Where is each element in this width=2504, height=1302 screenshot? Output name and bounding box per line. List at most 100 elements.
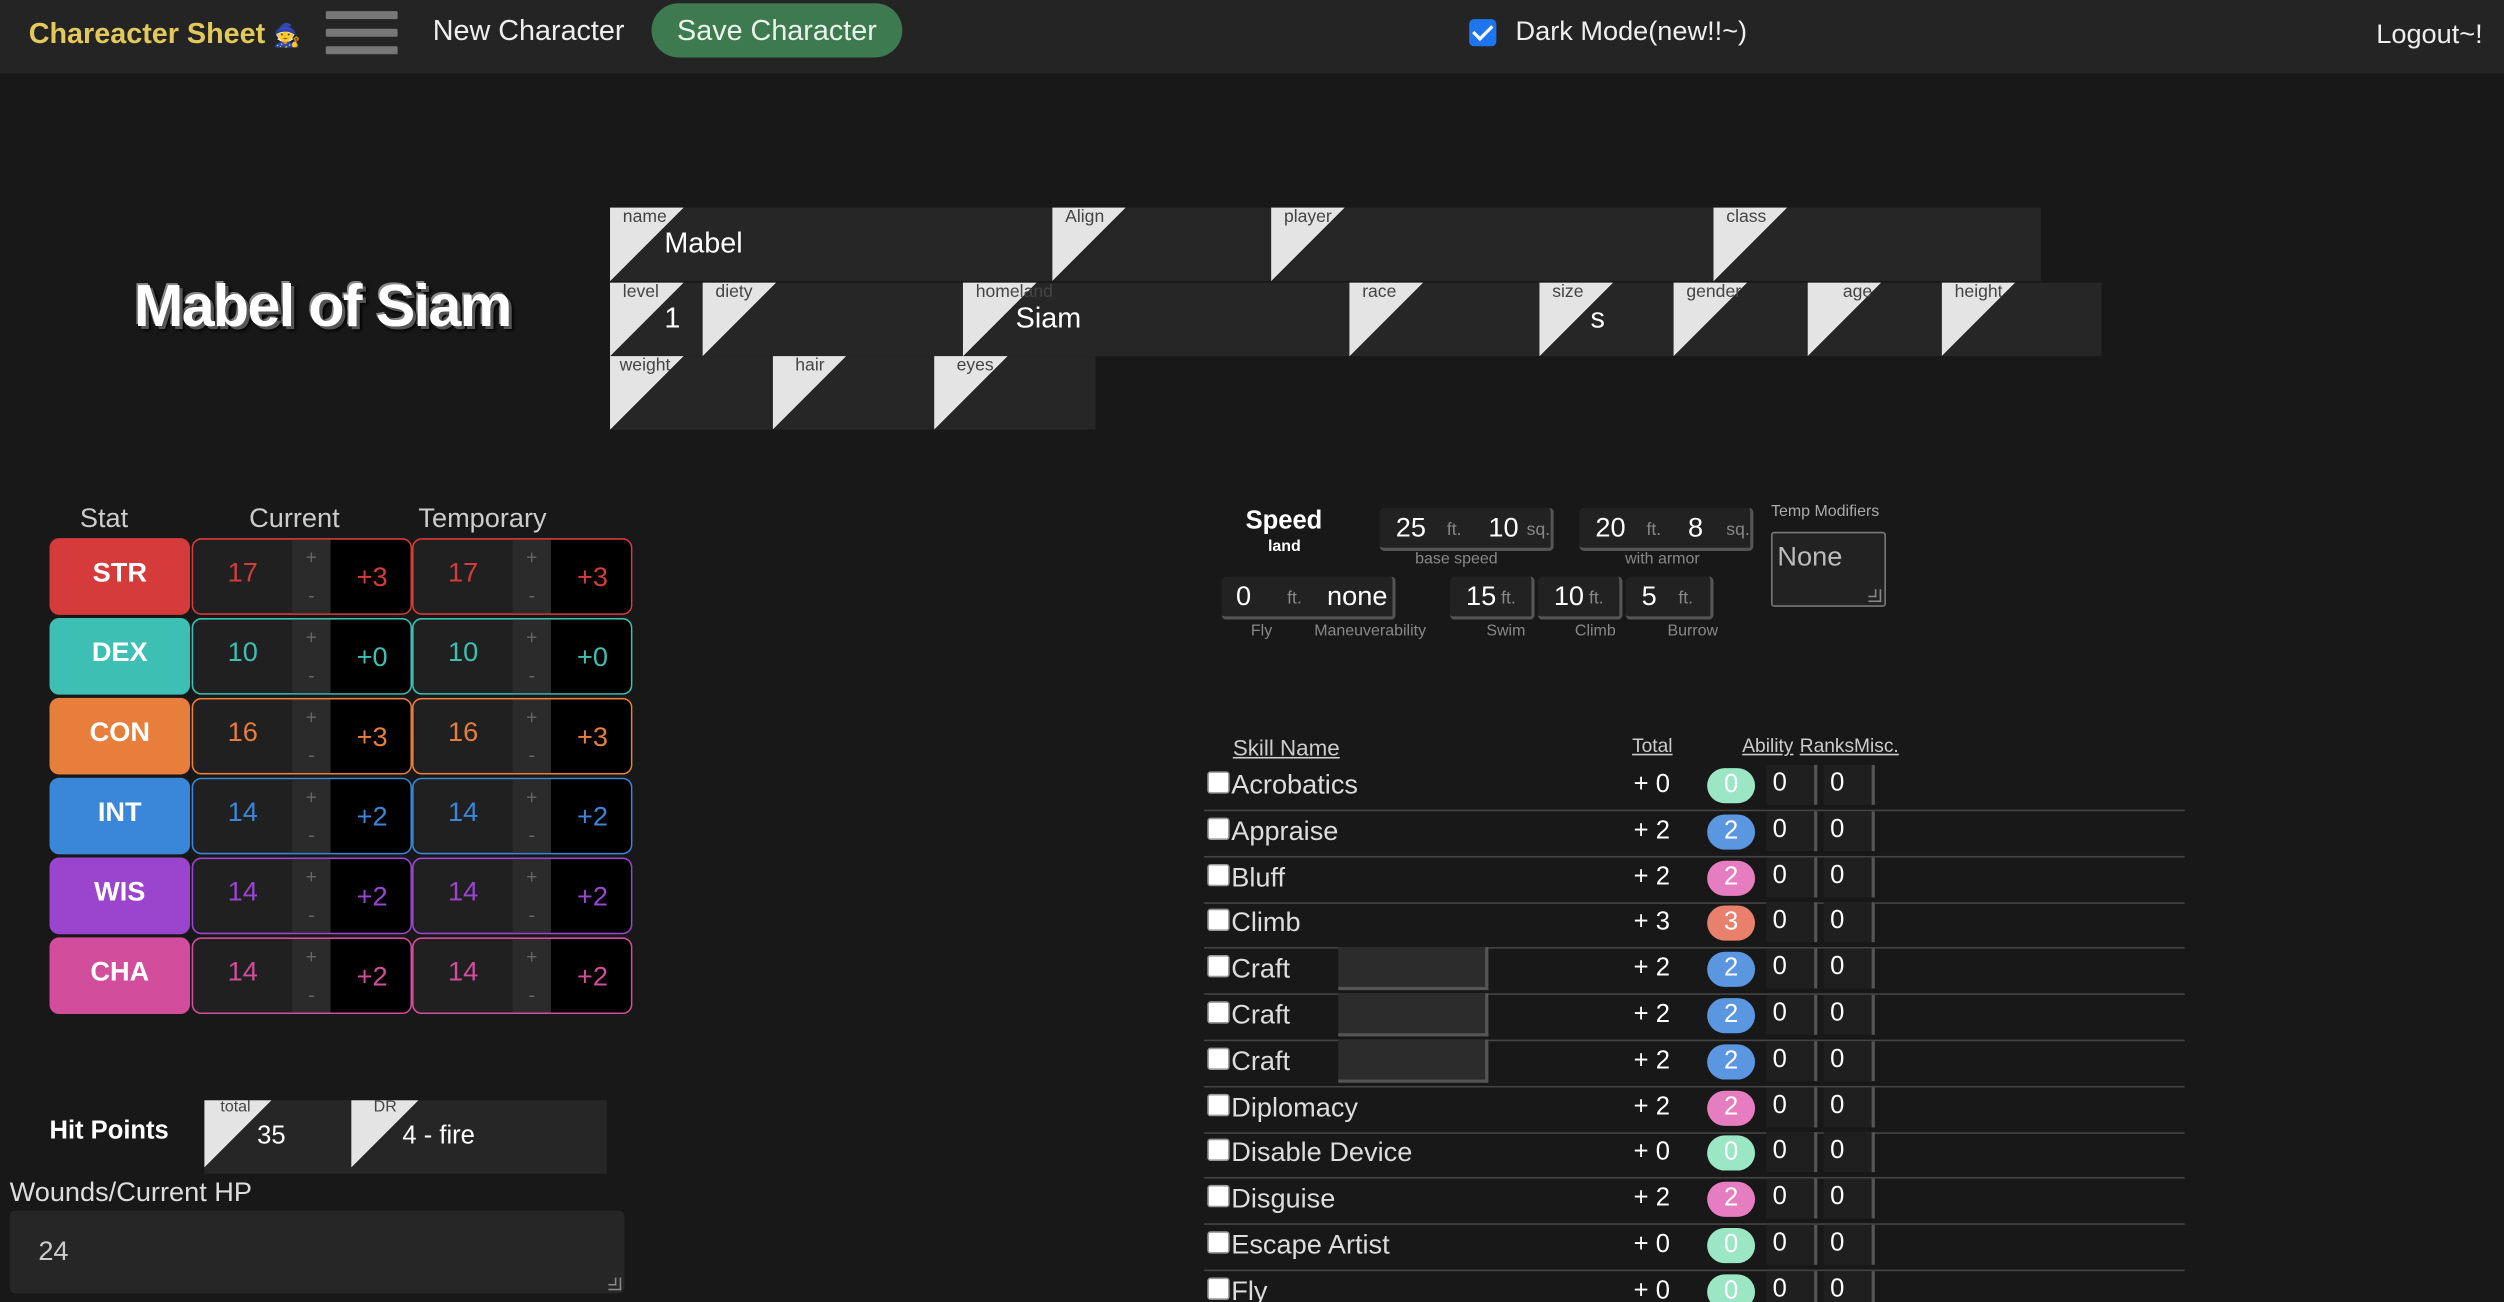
ranks-input[interactable]: 0	[1766, 1178, 1818, 1219]
increment-button[interactable]: +	[513, 859, 551, 897]
current-score-input[interactable]: 17	[193, 557, 292, 589]
current-score-input[interactable]: 14	[193, 877, 292, 909]
eyes-field[interactable]: eyes	[934, 356, 1094, 430]
craft-type-input[interactable]	[1338, 947, 1489, 991]
decrement-button[interactable]: -	[292, 578, 330, 613]
height-field[interactable]: height	[1941, 282, 2102, 357]
hair-field[interactable]: hair	[772, 356, 933, 430]
player-field[interactable]: player	[1271, 207, 1712, 282]
class-skill-checkbox[interactable]	[1207, 909, 1230, 932]
increment-button[interactable]: +	[513, 939, 551, 977]
class-skill-checkbox[interactable]	[1207, 863, 1230, 886]
increment-button[interactable]: +	[513, 540, 551, 578]
class-skill-checkbox[interactable]	[1207, 1185, 1230, 1208]
ranks-input[interactable]: 0	[1766, 1040, 1818, 1081]
ranks-header[interactable]: Ranks	[1800, 735, 1854, 757]
current-score-input[interactable]: 10	[193, 637, 292, 669]
misc-input[interactable]: 0	[1823, 1178, 1875, 1219]
temp-score-input[interactable]: 14	[414, 957, 513, 989]
weight-field[interactable]: weight	[610, 356, 770, 430]
dark-mode-label[interactable]: Dark Mode(new!!~)	[1515, 16, 1747, 48]
swim-speed-field[interactable]: 15 ft.	[1450, 576, 1535, 620]
ranks-input[interactable]: 0	[1766, 994, 1818, 1035]
skill-name-header[interactable]: Skill Name	[1233, 735, 1340, 761]
class-skill-checkbox[interactable]	[1207, 817, 1230, 840]
decrement-button[interactable]: -	[513, 977, 551, 1012]
ranks-input[interactable]: 0	[1766, 1132, 1818, 1173]
misc-input[interactable]: 0	[1823, 764, 1875, 805]
resize-handle-icon[interactable]	[608, 1277, 622, 1291]
align-field[interactable]: Align	[1052, 207, 1269, 282]
age-field[interactable]: age	[1807, 282, 1939, 357]
size-field[interactable]: size s	[1539, 282, 1670, 357]
dr-field[interactable]: DR 4 - fire	[351, 1099, 607, 1173]
save-character-button[interactable]: Save Character	[651, 3, 903, 58]
temp-score-input[interactable]: 14	[414, 877, 513, 909]
decrement-button[interactable]: -	[292, 658, 330, 693]
temp-score-input[interactable]: 10	[414, 637, 513, 669]
decrement-button[interactable]: -	[513, 578, 551, 613]
diety-field[interactable]: diety	[702, 282, 962, 357]
increment-button[interactable]: +	[513, 779, 551, 817]
misc-input[interactable]: 0	[1823, 902, 1875, 943]
class-skill-checkbox[interactable]	[1207, 1139, 1230, 1162]
current-score-input[interactable]: 16	[193, 717, 292, 749]
decrement-button[interactable]: -	[292, 738, 330, 773]
misc-input[interactable]: 0	[1823, 1224, 1875, 1265]
ability-header[interactable]: Ability	[1742, 735, 1793, 757]
decrement-button[interactable]: -	[292, 897, 330, 932]
brand-logo[interactable]: Chareacter Sheet 🧙	[29, 18, 301, 52]
increment-button[interactable]: +	[513, 699, 551, 737]
climb-speed-field[interactable]: 10 ft.	[1537, 576, 1623, 620]
ranks-input[interactable]: 0	[1766, 1270, 1818, 1302]
temp-score-input[interactable]: 14	[414, 797, 513, 829]
ranks-input[interactable]: 0	[1766, 902, 1818, 943]
current-score-input[interactable]: 14	[193, 797, 292, 829]
armor-speed-field[interactable]: 20 ft. 8 sq.	[1579, 507, 1754, 551]
class-skill-checkbox[interactable]	[1207, 1231, 1230, 1254]
craft-type-input[interactable]	[1338, 1039, 1489, 1083]
burrow-speed-field[interactable]: 5 ft.	[1625, 576, 1714, 620]
increment-button[interactable]: +	[292, 779, 330, 817]
decrement-button[interactable]: -	[513, 897, 551, 932]
temp-score-input[interactable]: 16	[414, 717, 513, 749]
decrement-button[interactable]: -	[513, 738, 551, 773]
decrement-button[interactable]: -	[513, 818, 551, 853]
temp-score-input[interactable]: 17	[414, 557, 513, 589]
logout-link[interactable]: Logout~!	[2376, 19, 2482, 51]
misc-input[interactable]: 0	[1823, 1086, 1875, 1127]
total-header[interactable]: Total	[1632, 735, 1672, 757]
ranks-input[interactable]: 0	[1766, 1086, 1818, 1127]
ranks-input[interactable]: 0	[1766, 1224, 1818, 1265]
new-character-link[interactable]: New Character	[433, 14, 625, 48]
current-score-input[interactable]: 14	[193, 957, 292, 989]
wounds-textarea[interactable]: 24	[9, 1210, 625, 1294]
class-field[interactable]: class	[1713, 207, 2041, 282]
resize-handle-icon[interactable]	[1868, 589, 1882, 603]
misc-input[interactable]: 0	[1823, 856, 1875, 897]
class-skill-checkbox[interactable]	[1207, 771, 1230, 794]
hp-total-field[interactable]: total 35	[204, 1099, 348, 1173]
misc-header[interactable]: Misc.	[1854, 735, 1899, 757]
base-speed-field[interactable]: 25 ft. 10 sq.	[1379, 507, 1554, 551]
misc-input[interactable]: 0	[1823, 948, 1875, 989]
craft-type-input[interactable]	[1338, 993, 1489, 1037]
ranks-input[interactable]: 0	[1766, 810, 1818, 851]
class-skill-checkbox[interactable]	[1207, 1047, 1230, 1070]
increment-button[interactable]: +	[292, 540, 330, 578]
increment-button[interactable]: +	[292, 939, 330, 977]
name-field[interactable]: name Mabel	[610, 207, 1051, 282]
increment-button[interactable]: +	[292, 859, 330, 897]
class-skill-checkbox[interactable]	[1207, 955, 1230, 978]
decrement-button[interactable]: -	[513, 658, 551, 693]
increment-button[interactable]: +	[292, 699, 330, 737]
fly-speed-field[interactable]: 0 ft. none	[1221, 576, 1396, 620]
class-skill-checkbox[interactable]	[1207, 1001, 1230, 1024]
class-skill-checkbox[interactable]	[1207, 1277, 1230, 1300]
class-skill-checkbox[interactable]	[1207, 1093, 1230, 1116]
misc-input[interactable]: 0	[1823, 1040, 1875, 1081]
misc-input[interactable]: 0	[1823, 1132, 1875, 1173]
ranks-input[interactable]: 0	[1766, 948, 1818, 989]
increment-button[interactable]: +	[292, 620, 330, 658]
decrement-button[interactable]: -	[292, 818, 330, 853]
